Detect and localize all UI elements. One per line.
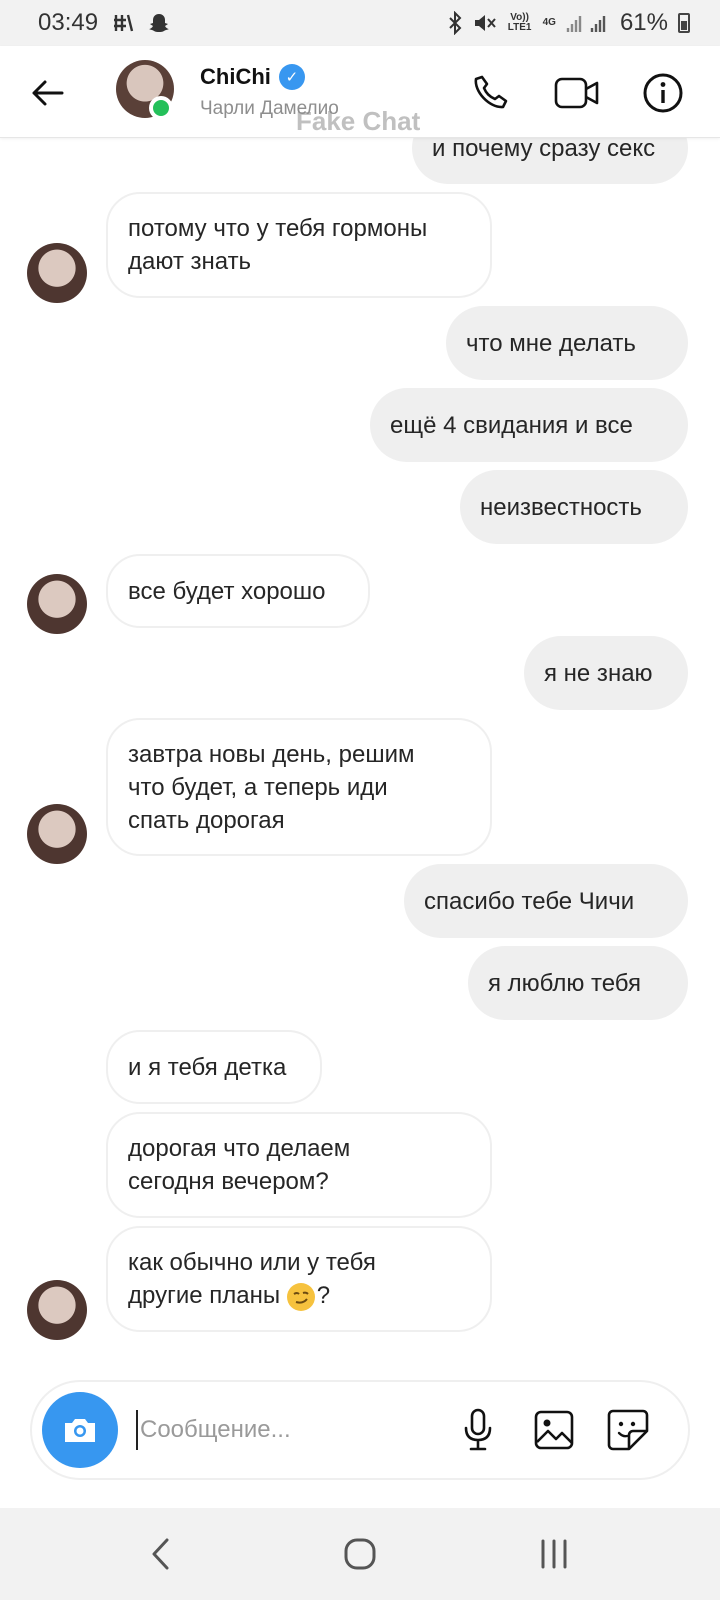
camera-icon [65, 1419, 95, 1442]
message-incoming[interactable]: как обычно или у тебя другие планы ? [106, 1226, 492, 1332]
contact-avatar[interactable] [27, 804, 87, 864]
voice-call-button[interactable] [466, 68, 516, 118]
chat-thread[interactable]: и почему сразу секс потому что у тебя го… [0, 0, 720, 1360]
back-arrow-icon [32, 80, 64, 106]
message-incoming[interactable]: и я тебя детка [106, 1030, 322, 1104]
message-incoming[interactable]: все будет хорошо [106, 554, 370, 628]
watermark: Fake Chat [296, 106, 421, 136]
message-composer [30, 1380, 690, 1480]
message-text-part: ? [316, 1282, 331, 1309]
message-outgoing[interactable]: ещё 4 свидания и все [370, 388, 688, 462]
camera-button[interactable] [42, 1392, 118, 1468]
message-text: завтра новы день, решим что будет, а теп… [128, 740, 415, 834]
message-text: дорогая что делаем сегодня вечером? [128, 1135, 351, 1195]
contact-avatar[interactable] [27, 243, 87, 303]
message-text: и я тебя детка [128, 1053, 287, 1081]
voice-message-button[interactable] [454, 1406, 502, 1454]
info-icon [643, 73, 683, 113]
contact-name[interactable]: ChiChi ✓ [200, 64, 305, 90]
gallery-button[interactable] [530, 1406, 578, 1454]
message-text: я люблю тебя [488, 969, 642, 997]
sticker-icon [607, 1409, 649, 1451]
message-text: я не знаю [544, 659, 653, 687]
message-input[interactable] [136, 1410, 456, 1450]
recent-apps-icon [541, 1539, 567, 1569]
video-call-button[interactable] [552, 68, 602, 118]
contact-avatar[interactable] [27, 574, 87, 634]
message-outgoing[interactable]: спасибо тебе Чичи [404, 864, 688, 938]
message-outgoing[interactable]: я не знаю [524, 636, 688, 710]
message-text-part: как обычно или у тебя другие планы [128, 1249, 376, 1309]
nav-home-button[interactable] [330, 1530, 390, 1578]
message-text: неизвестность [480, 493, 642, 521]
microphone-icon [464, 1408, 492, 1451]
message-text: как обычно или у тебя другие планы ? [128, 1246, 376, 1312]
message-text: что мне делать [466, 329, 636, 357]
online-status-indicator [149, 96, 173, 120]
back-button[interactable] [28, 74, 66, 112]
verified-badge-icon: ✓ [278, 64, 305, 90]
info-button[interactable] [638, 68, 688, 118]
message-incoming[interactable]: дорогая что делаем сегодня вечером? [106, 1112, 492, 1218]
chevron-left-icon [152, 1538, 169, 1570]
message-outgoing[interactable]: что мне делать [446, 306, 688, 380]
message-incoming[interactable]: завтра новы день, решим что будет, а теп… [106, 718, 492, 856]
sticker-button[interactable] [604, 1406, 652, 1454]
phone-icon [474, 75, 508, 109]
smirking-face-icon [286, 1282, 315, 1311]
home-icon [344, 1538, 376, 1570]
video-camera-icon [554, 77, 599, 109]
chat-header: ChiChi ✓ Чарли Дамелио Fake Chat [0, 46, 720, 138]
system-navigation-bar [0, 1508, 720, 1600]
message-text: спасибо тебе Чичи [424, 887, 635, 915]
image-icon [534, 1410, 574, 1450]
nav-recents-button[interactable] [524, 1530, 584, 1578]
nav-back-button[interactable] [130, 1530, 190, 1578]
message-text: потому что у тебя гормоны дают знать [128, 215, 428, 275]
message-outgoing[interactable]: неизвестность [460, 470, 688, 544]
message-outgoing[interactable]: я люблю тебя [468, 946, 688, 1020]
message-text: ещё 4 свидания и все [390, 411, 633, 439]
message-text: все будет хорошо [128, 577, 326, 605]
contact-avatar[interactable] [27, 1280, 87, 1340]
message-incoming[interactable]: потому что у тебя гормоны дают знать [106, 192, 492, 298]
contact-name-text: ChiChi [200, 64, 271, 89]
